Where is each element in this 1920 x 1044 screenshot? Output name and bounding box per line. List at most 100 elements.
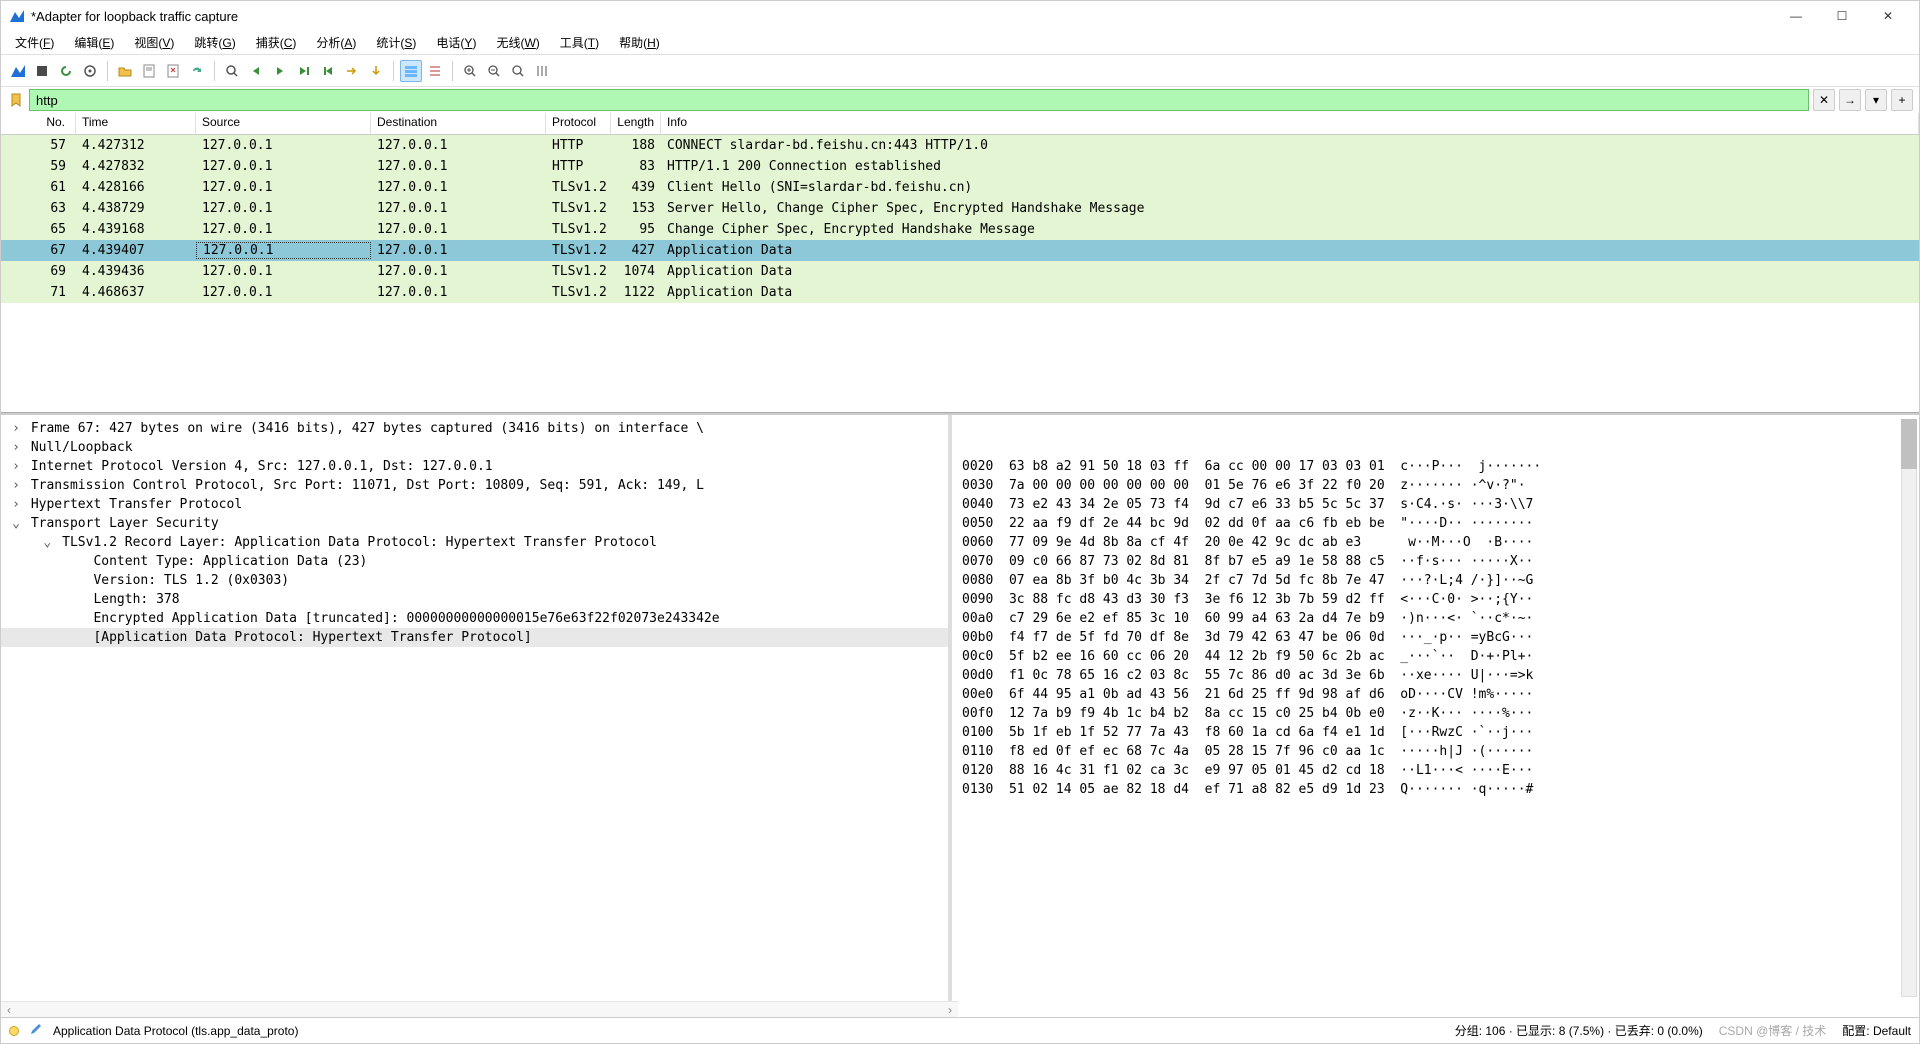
stop-capture-button[interactable]	[31, 60, 53, 82]
close-file-button[interactable]	[162, 60, 184, 82]
hex-line[interactable]: 00b0 f4 f7 de 5f fd 70 df 8e 3d 79 42 63…	[962, 628, 1909, 647]
column-header-length[interactable]: Length	[611, 113, 661, 134]
reload-button[interactable]	[186, 60, 208, 82]
hex-line[interactable]: 0090 3c 88 fc d8 43 d3 30 f3 3e f6 12 3b…	[962, 590, 1909, 609]
go-to-packet-button[interactable]	[293, 60, 315, 82]
filter-dropdown-button[interactable]: ▾	[1865, 89, 1887, 111]
find-button[interactable]	[221, 60, 243, 82]
resize-all-columns-button[interactable]	[531, 60, 553, 82]
filter-bookmark-icon[interactable]	[7, 91, 25, 109]
hex-line[interactable]: 0020 63 b8 a2 91 50 18 03 ff 6a cc 00 00…	[962, 457, 1909, 476]
hex-line[interactable]: 0110 f8 ed 0f ef ec 68 7c 4a 05 28 15 7f…	[962, 742, 1909, 761]
go-forward-button[interactable]	[269, 60, 291, 82]
packet-row[interactable]: 674.439407127.0.0.1127.0.0.1TLSv1.2427Ap…	[1, 240, 1919, 261]
expand-icon[interactable]: ⌄	[9, 514, 23, 533]
display-filter-input[interactable]	[29, 89, 1809, 111]
hex-line[interactable]: 0100 5b 1f eb 1f 52 77 7a 43 f8 60 1a cd…	[962, 723, 1909, 742]
packet-bytes-pane[interactable]: 0020 63 b8 a2 91 50 18 03 ff 6a cc 00 00…	[952, 415, 1919, 1001]
capture-options-button[interactable]	[79, 60, 101, 82]
zoom-reset-button[interactable]	[507, 60, 529, 82]
packet-row[interactable]: 694.439436127.0.0.1127.0.0.1TLSv1.21074A…	[1, 261, 1919, 282]
minimize-button[interactable]: —	[1773, 1, 1819, 31]
auto-scroll-button[interactable]	[365, 60, 387, 82]
expand-icon[interactable]: ⌄	[40, 533, 54, 552]
expand-icon[interactable]: ›	[9, 476, 23, 495]
column-header-source[interactable]: Source	[196, 113, 371, 134]
menu-f[interactable]: 文件(F)	[5, 32, 64, 53]
expand-icon[interactable]: ›	[9, 419, 23, 438]
expand-icon[interactable]: ›	[9, 438, 23, 457]
menu-v[interactable]: 视图(V)	[124, 32, 184, 53]
hex-line[interactable]: 00e0 6f 44 95 a1 0b ad 43 56 21 6d 25 ff…	[962, 685, 1909, 704]
menu-a[interactable]: 分析(A)	[306, 32, 366, 53]
column-header-time[interactable]: Time	[76, 113, 196, 134]
hex-line[interactable]: 0120 88 16 4c 31 f1 02 ca 3c e9 97 05 01…	[962, 761, 1909, 780]
expert-info-icon[interactable]	[9, 1026, 19, 1036]
hex-line[interactable]: 0070 09 c0 66 87 73 02 8d 81 8f b7 e5 a9…	[962, 552, 1909, 571]
detail-node[interactable]: › Null/Loopback	[1, 438, 948, 457]
detail-node[interactable]: Encrypted Application Data [truncated]: …	[1, 609, 948, 628]
packet-list-header[interactable]: No. Time Source Destination Protocol Len…	[1, 113, 1919, 135]
detail-node[interactable]: › Internet Protocol Version 4, Src: 127.…	[1, 457, 948, 476]
status-profile[interactable]: 配置: Default	[1842, 1022, 1911, 1039]
menu-g[interactable]: 跳转(G)	[184, 32, 245, 53]
hex-line[interactable]: 0030 7a 00 00 00 00 00 00 00 01 5e 76 e6…	[962, 476, 1909, 495]
maximize-button[interactable]: ☐	[1819, 1, 1865, 31]
resize-columns-button[interactable]	[424, 60, 446, 82]
colorize-button[interactable]	[400, 60, 422, 82]
bytes-scrollbar-thumb[interactable]	[1901, 419, 1917, 469]
go-back-button[interactable]	[245, 60, 267, 82]
hex-line[interactable]: 0060 77 09 9e 4d 8b 8a cf 4f 20 0e 42 9c…	[962, 533, 1909, 552]
restart-capture-button[interactable]	[55, 60, 77, 82]
packet-row[interactable]: 574.427312127.0.0.1127.0.0.1HTTP188CONNE…	[1, 135, 1919, 156]
column-header-info[interactable]: Info	[661, 113, 1919, 134]
detail-node[interactable]: › Hypertext Transfer Protocol	[1, 495, 948, 514]
edit-icon[interactable]	[29, 1022, 43, 1039]
packet-row[interactable]: 714.468637127.0.0.1127.0.0.1TLSv1.21122A…	[1, 282, 1919, 303]
filter-apply-button[interactable]: →	[1839, 89, 1861, 111]
start-capture-button[interactable]	[7, 60, 29, 82]
detail-node[interactable]: Version: TLS 1.2 (0x0303)	[1, 571, 948, 590]
close-button[interactable]: ✕	[1865, 1, 1911, 31]
hex-line[interactable]: 0050 22 aa f9 df 2e 44 bc 9d 02 dd 0f aa…	[962, 514, 1909, 533]
menu-e[interactable]: 编辑(E)	[64, 32, 124, 53]
column-header-no[interactable]: No.	[1, 113, 76, 134]
go-last-button[interactable]	[341, 60, 363, 82]
details-h-scrollbar[interactable]: ‹›	[1, 1001, 958, 1017]
filter-clear-button[interactable]: ✕	[1813, 89, 1835, 111]
detail-node[interactable]: Content Type: Application Data (23)	[1, 552, 948, 571]
menu-t[interactable]: 工具(T)	[550, 32, 609, 53]
hex-line[interactable]: 00a0 c7 29 6e e2 ef 85 3c 10 60 99 a4 63…	[962, 609, 1909, 628]
zoom-out-button[interactable]	[483, 60, 505, 82]
packet-row[interactable]: 634.438729127.0.0.1127.0.0.1TLSv1.2153Se…	[1, 198, 1919, 219]
zoom-in-button[interactable]	[459, 60, 481, 82]
hex-line[interactable]: 0130 51 02 14 05 ae 82 18 d4 ef 71 a8 82…	[962, 780, 1909, 799]
column-header-protocol[interactable]: Protocol	[546, 113, 611, 134]
menu-w[interactable]: 无线(W)	[486, 32, 549, 53]
packet-row[interactable]: 614.428166127.0.0.1127.0.0.1TLSv1.2439Cl…	[1, 177, 1919, 198]
column-header-destination[interactable]: Destination	[371, 113, 546, 134]
open-file-button[interactable]	[114, 60, 136, 82]
detail-node[interactable]: › Frame 67: 427 bytes on wire (3416 bits…	[1, 419, 948, 438]
filter-add-button[interactable]: +	[1891, 89, 1913, 111]
detail-node[interactable]: Length: 378	[1, 590, 948, 609]
packet-details-pane[interactable]: › Frame 67: 427 bytes on wire (3416 bits…	[1, 415, 948, 1001]
expand-icon[interactable]: ›	[9, 457, 23, 476]
save-file-button[interactable]	[138, 60, 160, 82]
expand-icon[interactable]: ›	[9, 495, 23, 514]
detail-node[interactable]: ⌄ TLSv1.2 Record Layer: Application Data…	[1, 533, 948, 552]
detail-node[interactable]: › Transmission Control Protocol, Src Por…	[1, 476, 948, 495]
hex-line[interactable]: 00d0 f1 0c 78 65 16 c2 03 8c 55 7c 86 d0…	[962, 666, 1909, 685]
bytes-scrollbar-track[interactable]	[1901, 419, 1917, 997]
menu-s[interactable]: 统计(S)	[366, 32, 426, 53]
packet-row[interactable]: 654.439168127.0.0.1127.0.0.1TLSv1.295Cha…	[1, 219, 1919, 240]
menu-y[interactable]: 电话(Y)	[426, 32, 486, 53]
hex-line[interactable]: 0040 73 e2 43 34 2e 05 73 f4 9d c7 e6 33…	[962, 495, 1909, 514]
packet-row[interactable]: 594.427832127.0.0.1127.0.0.1HTTP83HTTP/1…	[1, 156, 1919, 177]
hex-line[interactable]: 0080 07 ea 8b 3f b0 4c 3b 34 2f c7 7d 5d…	[962, 571, 1909, 590]
hex-line[interactable]: 00c0 5f b2 ee 16 60 cc 06 20 44 12 2b f9…	[962, 647, 1909, 666]
hex-line[interactable]: 00f0 12 7a b9 f9 4b 1c b4 b2 8a cc 15 c0…	[962, 704, 1909, 723]
detail-node[interactable]: [Application Data Protocol: Hypertext Tr…	[1, 628, 948, 647]
go-first-button[interactable]	[317, 60, 339, 82]
detail-node[interactable]: ⌄ Transport Layer Security	[1, 514, 948, 533]
